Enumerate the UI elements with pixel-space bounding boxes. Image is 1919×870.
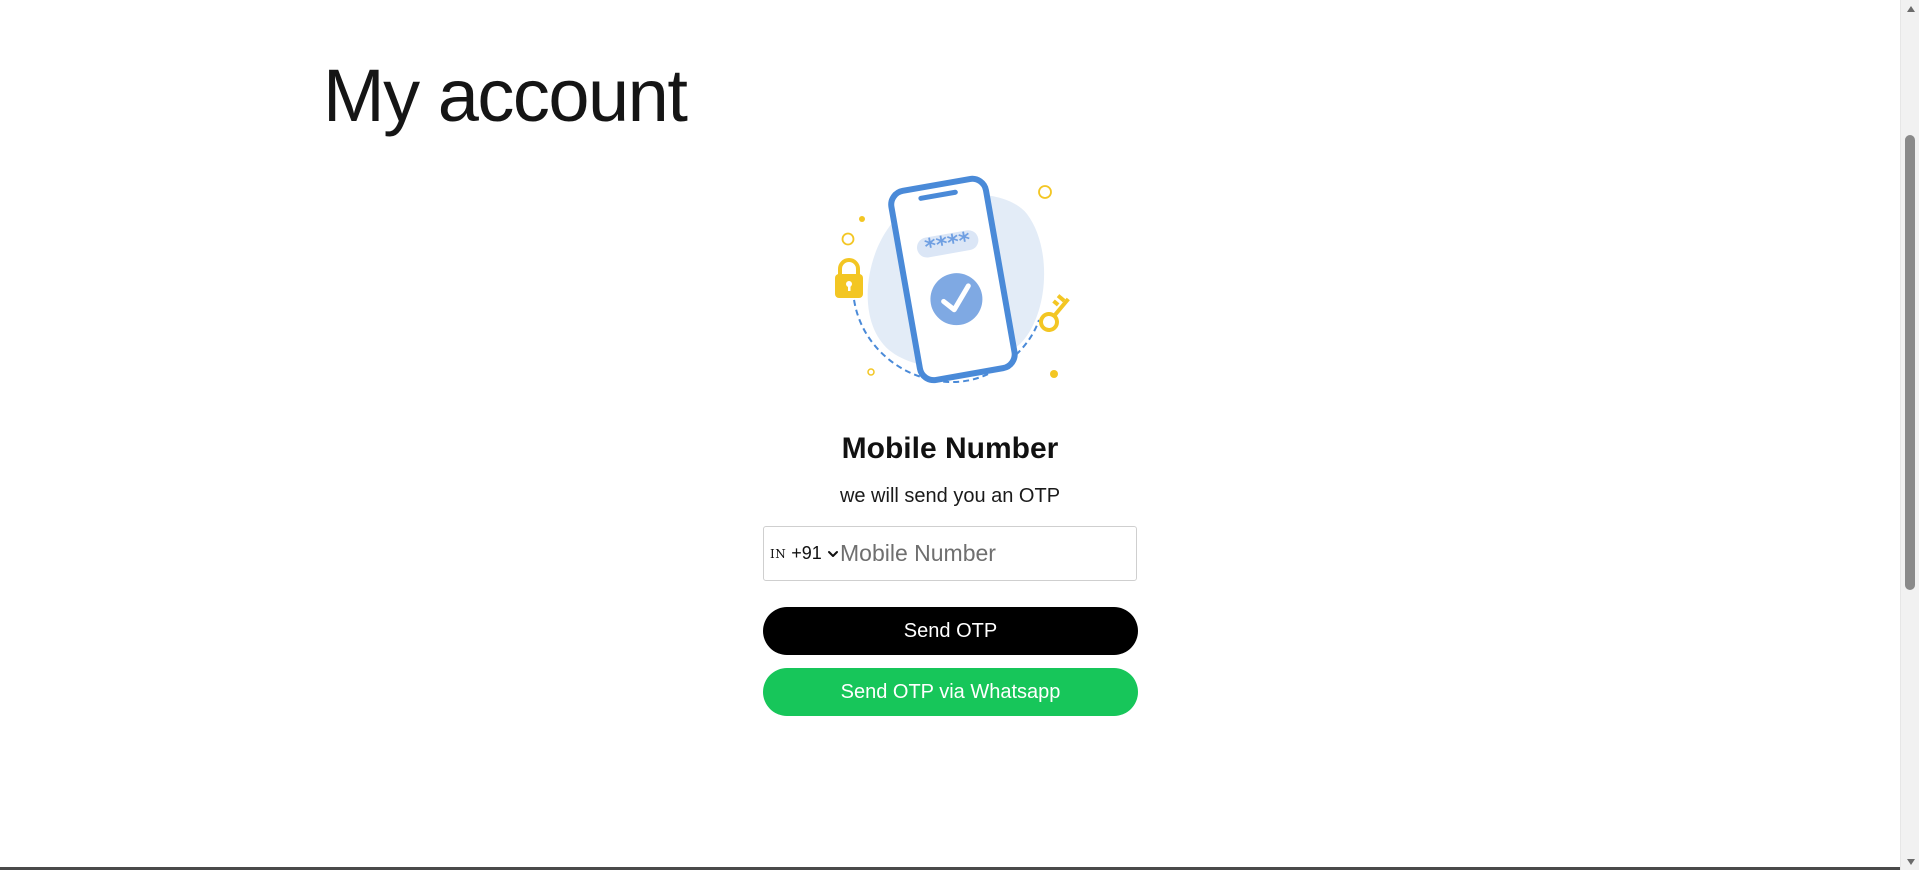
country-flag-code: IN: [770, 546, 787, 561]
mobile-number-input[interactable]: [840, 527, 1136, 580]
send-otp-whatsapp-button[interactable]: Send OTP via Whatsapp: [763, 668, 1138, 716]
phone-input-group: IN +91: [763, 526, 1137, 581]
dial-code: +91: [791, 543, 822, 563]
decor-ring: [841, 232, 855, 246]
scrollbar-thumb[interactable]: [1905, 135, 1915, 590]
chevron-down-icon: [827, 550, 838, 557]
triangle-down-icon: [1906, 858, 1915, 865]
send-otp-button[interactable]: Send OTP: [763, 607, 1138, 655]
triangle-up-icon: [1906, 5, 1915, 12]
country-code-select[interactable]: IN +91: [764, 527, 840, 580]
form-subtitle: we will send you an OTP: [839, 485, 1061, 507]
scroll-up-arrow[interactable]: [1901, 0, 1919, 17]
otp-phone-illustration: ****: [835, 175, 1070, 384]
decor-ring: [1038, 185, 1052, 199]
page-title: My account: [323, 54, 688, 137]
lock-icon: [835, 258, 863, 298]
decor-dot: [859, 216, 865, 222]
scroll-down-arrow[interactable]: [1901, 853, 1919, 870]
page-viewport: My account **** Mobile Number we will se…: [0, 0, 1900, 867]
decor-ring: [867, 368, 875, 376]
decor-dot: [1050, 370, 1058, 378]
vertical-scrollbar[interactable]: [1900, 0, 1919, 870]
form-heading: Mobile Number: [841, 432, 1059, 465]
